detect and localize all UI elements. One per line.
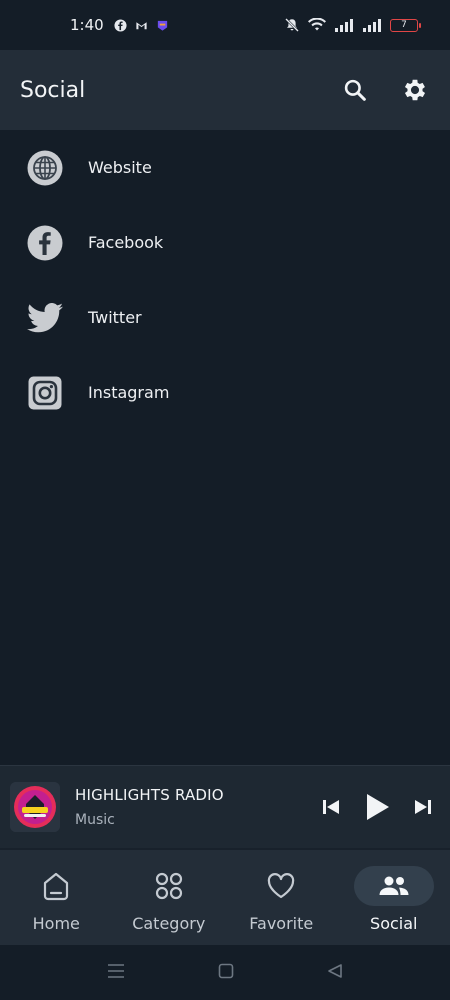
- facebook-notification-icon: [114, 18, 127, 32]
- social-links-list: Website Facebook Twitter Instagram: [0, 130, 450, 430]
- station-logo-icon: [10, 782, 60, 832]
- play-icon: [367, 794, 389, 820]
- nav-icon-wrap: [241, 866, 321, 906]
- nav-label: Home: [32, 914, 80, 933]
- app-bar: Social: [0, 50, 450, 130]
- back-system-button[interactable]: [327, 963, 343, 983]
- nav-label: Category: [132, 914, 206, 933]
- player-controls: [316, 790, 438, 824]
- social-item-twitter[interactable]: Twitter: [0, 280, 450, 355]
- people-icon: [379, 876, 409, 895]
- station-title: HIGHLIGHTS RADIO: [75, 786, 224, 804]
- station-genre: Music: [75, 812, 115, 828]
- app-notification-icon: [157, 20, 167, 31]
- app-bar-actions: [338, 73, 432, 107]
- instagram-icon: [26, 374, 64, 412]
- previous-button[interactable]: [316, 790, 346, 824]
- skip-next-icon: [415, 800, 431, 814]
- nav-icon-wrap-active: [353, 866, 434, 906]
- nav-item-social[interactable]: Social: [338, 850, 450, 945]
- bottom-navigation: Home Category Favorite Social: [0, 848, 450, 945]
- nav-icon-wrap: [129, 866, 209, 906]
- station-artwork: [10, 782, 60, 832]
- wifi-icon: [308, 17, 326, 30]
- status-right: 7: [284, 17, 421, 33]
- nav-label: Favorite: [249, 914, 314, 933]
- social-item-label: Website: [88, 158, 152, 177]
- skip-previous-icon: [323, 800, 339, 814]
- play-button[interactable]: [360, 790, 394, 824]
- social-item-facebook[interactable]: Facebook: [0, 205, 450, 280]
- settings-button[interactable]: [398, 73, 432, 107]
- battery-indicator: 7: [390, 18, 421, 32]
- back-triangle-icon: [328, 963, 343, 978]
- home-system-button[interactable]: [218, 963, 234, 983]
- signal-icon-1: [335, 18, 353, 32]
- social-item-label: Twitter: [88, 308, 142, 327]
- nav-item-home[interactable]: Home: [0, 850, 113, 945]
- nav-item-favorite[interactable]: Favorite: [225, 850, 338, 945]
- player-info: HIGHLIGHTS RADIO Music: [75, 786, 224, 828]
- notification-icons: [114, 18, 169, 32]
- signal-icon-2: [363, 18, 381, 32]
- search-icon: [344, 79, 366, 101]
- globe-icon: [26, 149, 64, 187]
- social-item-website[interactable]: Website: [0, 130, 450, 205]
- home-icon: [44, 872, 69, 901]
- square-icon: [218, 963, 234, 978]
- twitter-icon: [26, 299, 64, 337]
- status-time: 1:40: [70, 16, 104, 34]
- page-title: Social: [20, 77, 86, 103]
- status-bar: 1:40 7: [0, 0, 450, 50]
- social-item-instagram[interactable]: Instagram: [0, 355, 450, 430]
- gear-icon: [404, 79, 426, 101]
- battery-level: 7: [401, 20, 407, 30]
- search-button[interactable]: [338, 73, 372, 107]
- gmail-notification-icon: [136, 21, 147, 29]
- nav-label: Social: [370, 914, 418, 933]
- social-item-label: Facebook: [88, 233, 164, 252]
- recent-apps-button[interactable]: [107, 963, 125, 983]
- system-navigation-bar: [0, 945, 450, 1000]
- menu-lines-icon: [107, 963, 124, 978]
- heart-icon: [268, 873, 295, 899]
- category-icon: [155, 872, 182, 900]
- next-button[interactable]: [408, 790, 438, 824]
- social-item-label: Instagram: [88, 383, 170, 402]
- mini-player[interactable]: HIGHLIGHTS RADIO Music: [0, 765, 450, 848]
- mute-bell-icon: [285, 18, 299, 32]
- nav-icon-wrap: [16, 866, 96, 906]
- nav-item-category[interactable]: Category: [113, 850, 226, 945]
- facebook-icon: [26, 224, 64, 262]
